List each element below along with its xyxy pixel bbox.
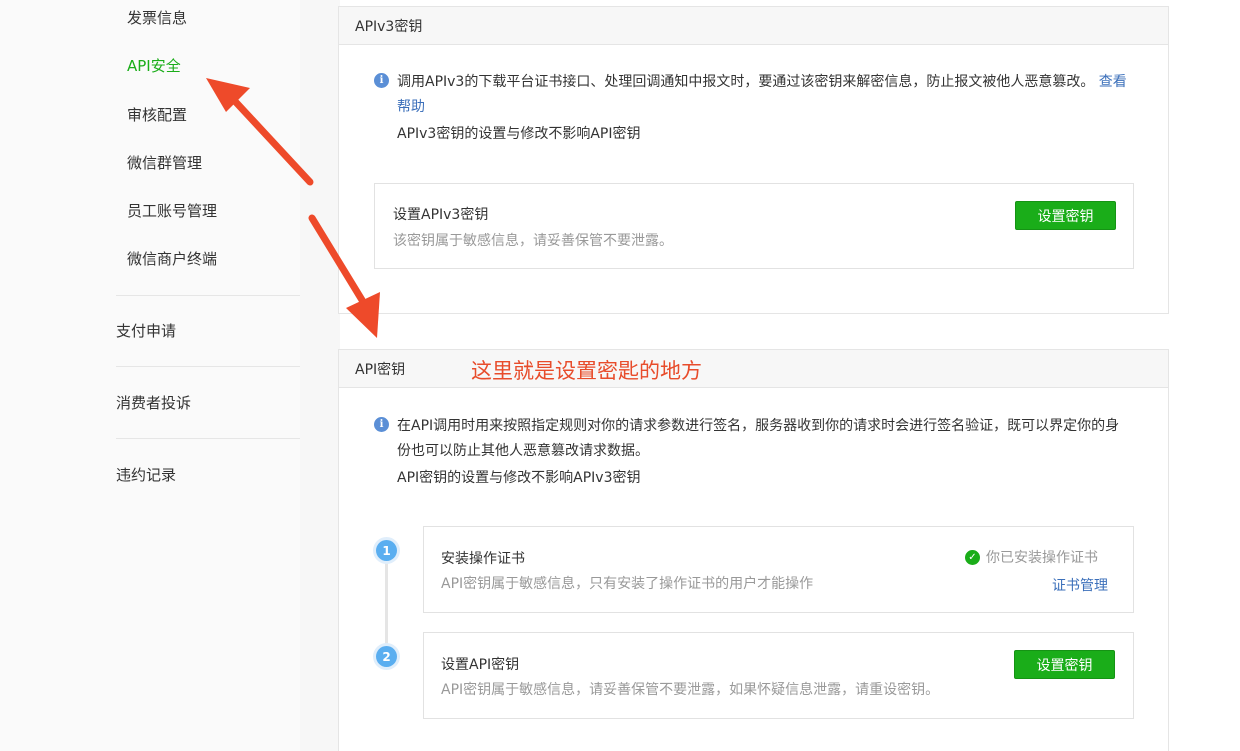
annotation-arrow-icon [206,78,314,186]
annotation-arrows [206,78,380,338]
annotation-arrow-icon [308,214,380,338]
